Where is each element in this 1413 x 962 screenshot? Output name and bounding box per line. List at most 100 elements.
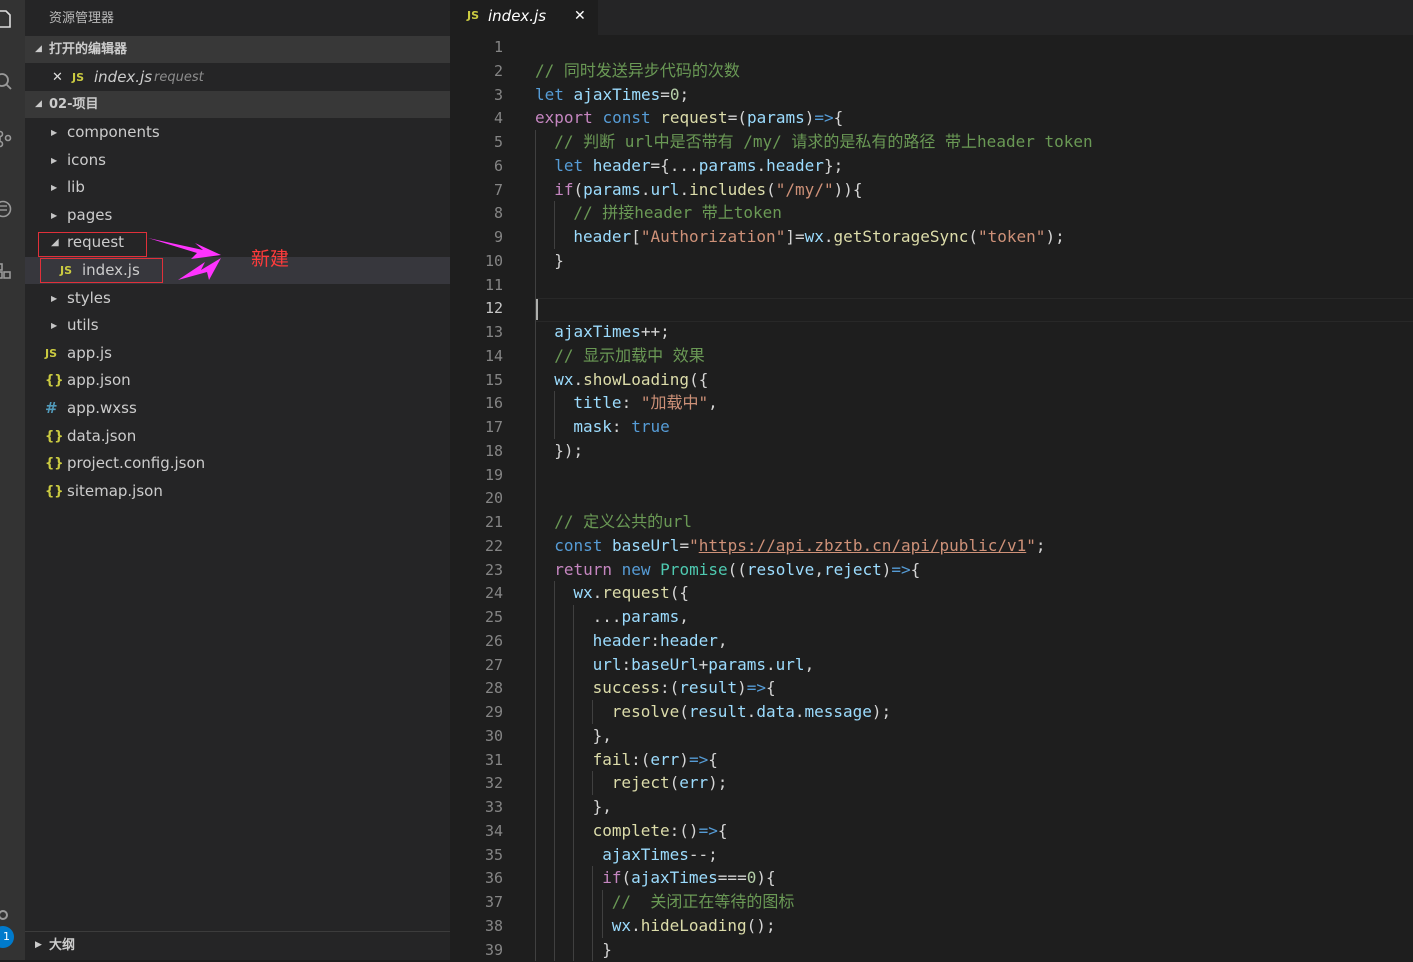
code-token: header	[766, 155, 824, 175]
tree-item-label: project.config.json	[67, 454, 206, 473]
line-number: 11	[484, 275, 503, 294]
tree-item[interactable]: {} data.json	[25, 423, 450, 450]
settings-gear-icon[interactable]	[0, 906, 12, 924]
code-token: (	[679, 702, 689, 721]
code-line: url:baseUrl+params.url,	[593, 653, 815, 677]
code-token: "Authorization"	[640, 227, 786, 246]
code-token: params	[708, 654, 767, 674]
tab-bar: JS index.js ✕	[450, 0, 1413, 35]
line-number: 16	[484, 394, 503, 413]
code-token: {	[910, 559, 921, 579]
line-number: 19	[484, 465, 503, 484]
js-file-icon: JS	[45, 346, 58, 360]
explorer-sidebar: 资源管理器 ◢ 打开的编辑器 ✕ JS index.js request ◢ 0…	[25, 0, 450, 960]
code-token: "	[1026, 535, 1036, 555]
code-token: {	[717, 820, 728, 840]
code-editor[interactable]: 1 2// 同时发送异步代码的次数 3 let ajaxTimes=0; 4 export…	[450, 35, 1413, 962]
files-icon[interactable]	[0, 10, 12, 28]
activity-bar: 1	[0, 0, 25, 960]
code-token: ajaxTimes	[573, 84, 661, 104]
code-token: --;	[688, 844, 718, 864]
chevron-right-icon: ▶	[51, 183, 58, 193]
line-number: 4	[493, 109, 503, 128]
tree-item[interactable]: {} app.json	[25, 367, 450, 394]
project-header[interactable]: ◢ 02-项目	[25, 91, 450, 118]
code-token: "/my/"	[775, 179, 834, 199]
line-number: 28	[484, 679, 503, 698]
code-token: // 定义公共的url	[554, 512, 692, 531]
source-control-icon[interactable]	[0, 130, 12, 148]
code-token: ===	[717, 868, 747, 888]
code-token: .	[640, 179, 651, 199]
tree-item-label: app.wxss	[67, 399, 137, 417]
extensions-icon[interactable]	[0, 262, 12, 280]
wxss-file-icon: #	[45, 399, 58, 417]
tree-item[interactable]: JS app.js	[25, 340, 450, 367]
code-line: mask: true	[573, 415, 669, 439]
indent-guide	[592, 866, 593, 962]
line-number: 32	[484, 774, 503, 793]
debug-icon[interactable]	[0, 200, 12, 218]
code-line: wx.hideLoading();	[612, 914, 776, 938]
code-token: :	[621, 393, 641, 413]
code-line: }	[554, 249, 564, 273]
search-icon[interactable]	[0, 72, 12, 90]
line-number: 15	[484, 370, 503, 389]
code-token: .	[746, 702, 757, 721]
tree-item[interactable]: {} sitemap.json	[25, 478, 450, 505]
code-token: .	[592, 583, 603, 603]
code-token: .	[823, 227, 834, 246]
tree-item[interactable]: ▶ components	[25, 119, 450, 146]
code-line: complete:()=>{	[593, 819, 728, 843]
tree-item[interactable]: ▶ styles	[25, 285, 450, 312]
code-token: {	[766, 678, 776, 698]
code-token: mask	[573, 417, 612, 436]
tree-item-label: icons	[67, 150, 106, 169]
indent-guide	[592, 771, 593, 795]
code-line: header["Authorization"]=wx.getStorageSyn…	[573, 225, 1064, 249]
code-token: ={...	[650, 155, 699, 175]
tree-item[interactable]: # app.wxss	[25, 395, 450, 422]
code-line: title: "加载中",	[573, 391, 717, 415]
close-icon[interactable]: ✕	[52, 64, 63, 91]
line-number: 35	[484, 845, 503, 864]
code-token: ajaxTimes	[554, 322, 641, 341]
code-token: true	[631, 417, 670, 436]
code-token: {	[833, 108, 844, 128]
line-number: 23	[484, 560, 503, 579]
tree-item[interactable]: ▶ lib	[25, 174, 450, 201]
json-file-icon: {}	[45, 483, 64, 499]
code-token: )	[804, 108, 815, 128]
tab-close-icon[interactable]: ✕	[574, 0, 586, 32]
open-editor-item[interactable]: ✕ JS index.js request	[25, 64, 450, 91]
code-token: ;	[1035, 535, 1046, 555]
code-token: ();	[746, 915, 776, 935]
code-token: result	[688, 702, 747, 721]
line-number: 25	[484, 608, 503, 626]
tree-item-label: utils	[67, 316, 99, 335]
open-editors-header[interactable]: ◢ 打开的编辑器	[25, 36, 450, 63]
tree-item[interactable]: ▶ icons	[25, 147, 450, 174]
code-token: ,	[814, 559, 824, 579]
code-token: },	[592, 725, 612, 745]
code-token: .	[766, 654, 776, 674]
tree-item[interactable]: ▶ pages	[25, 202, 450, 229]
tab-index-js[interactable]: JS index.js ✕	[450, 0, 598, 35]
line-number: 26	[484, 631, 503, 650]
tree-item[interactable]: ▶ utils	[25, 312, 450, 339]
line-number: 17	[484, 418, 503, 436]
line-number: 7	[493, 180, 503, 199]
line-number: 3	[493, 85, 503, 104]
code-token: params	[621, 607, 680, 626]
code-line: const baseUrl="https://api.zbztb.cn/api/…	[554, 534, 1045, 558]
code-token: https://api.zbztb.cn/api/public/v1	[698, 535, 1027, 555]
tree-item[interactable]: {} project.config.json	[25, 450, 450, 477]
indent-guide	[592, 700, 593, 724]
code-token: =	[660, 84, 670, 104]
code-token: =>	[746, 678, 766, 698]
code-token: Promise	[660, 559, 728, 579]
outline-header[interactable]: ▶ 大纲	[25, 931, 450, 959]
code-line: resolve(result.data.message);	[612, 700, 891, 724]
code-token: header	[573, 227, 632, 246]
code-token: (	[968, 227, 978, 246]
